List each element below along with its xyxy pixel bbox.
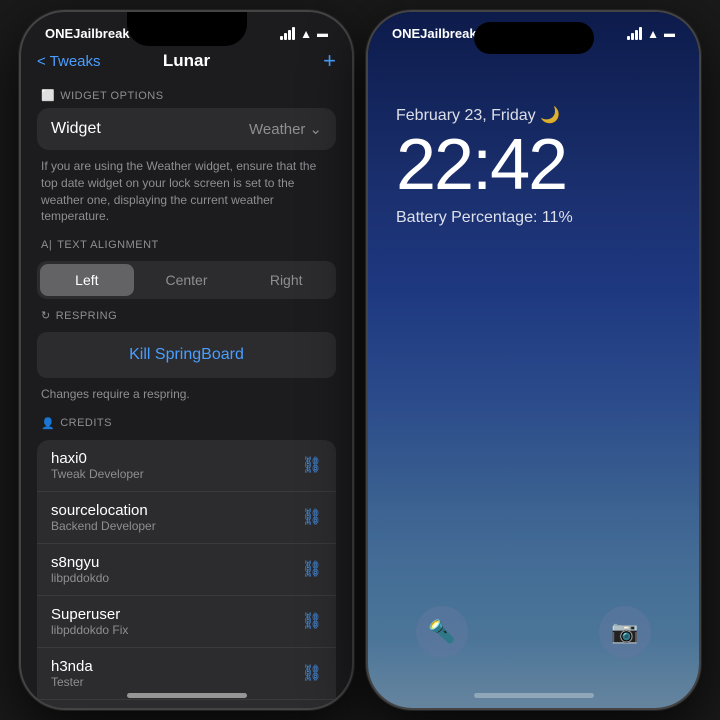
left-phone: ONEJailbreak ▲ ▬ < Tweaks Lunar + ⬜ bbox=[19, 10, 354, 710]
chevron-icon: ⌄ bbox=[309, 120, 322, 138]
credit-name-2: s8ngyu bbox=[51, 554, 109, 571]
carrier-left: ONEJailbreak bbox=[45, 26, 130, 41]
right-screen: ONEJailbreak ▲ ▬ February 23, Friday 🌙 2… bbox=[368, 12, 699, 708]
credit-row-sourcelocation[interactable]: sourcelocation Backend Developer ⛓ bbox=[37, 492, 336, 544]
credit-role-1: Backend Developer bbox=[51, 519, 156, 533]
text-alignment-header: A| TEXT ALIGNMENT bbox=[37, 229, 336, 257]
carrier-right: ONEJailbreak bbox=[392, 26, 477, 41]
align-left-button[interactable]: Left bbox=[40, 264, 134, 296]
widget-section-header: ⬜ WIDGET OPTIONS bbox=[37, 79, 336, 108]
lock-date: February 23, Friday 🌙 bbox=[396, 105, 671, 125]
credit-row-haxi0[interactable]: haxi0 Tweak Developer ⛓ bbox=[37, 440, 336, 492]
text-icon: A| bbox=[41, 239, 52, 251]
right-phone: ONEJailbreak ▲ ▬ February 23, Friday 🌙 2… bbox=[366, 10, 701, 710]
credit-name-0: haxi0 bbox=[51, 450, 144, 467]
camera-button[interactable]: 📷 bbox=[599, 606, 651, 658]
credit-row-superuser[interactable]: Superuser libpddokdo Fix ⛓ bbox=[37, 596, 336, 648]
status-icons-right: ▲ ▬ bbox=[627, 27, 675, 41]
link-icon-1[interactable]: ⛓ bbox=[302, 507, 322, 527]
credit-row-aws[interactable]: aws bbox=[37, 700, 336, 708]
home-indicator-left bbox=[127, 693, 247, 698]
credit-name-1: sourcelocation bbox=[51, 502, 156, 519]
credit-role-0: Tweak Developer bbox=[51, 467, 144, 481]
widget-description: If you are using the Weather widget, ens… bbox=[37, 150, 336, 229]
credit-role-2: libpddokdo bbox=[51, 571, 109, 585]
credit-role-4: Tester bbox=[51, 675, 93, 689]
respring-header: ↻ RESPRING bbox=[37, 299, 336, 328]
alignment-control: Left Center Right bbox=[37, 261, 336, 299]
status-icons-left: ▲ ▬ bbox=[280, 27, 328, 41]
wifi-icon-right: ▲ bbox=[647, 27, 659, 41]
flashlight-button[interactable]: 🔦 bbox=[416, 606, 468, 658]
lock-content: February 23, Friday 🌙 22:42 Battery Perc… bbox=[368, 45, 699, 227]
align-center-button[interactable]: Center bbox=[140, 264, 234, 296]
widget-value: Weather ⌄ bbox=[249, 120, 322, 138]
respring-icon: ↻ bbox=[41, 309, 51, 322]
lock-time: 22:42 bbox=[396, 129, 671, 201]
back-button[interactable]: < Tweaks bbox=[37, 53, 101, 70]
signal-icon bbox=[280, 27, 295, 40]
credit-row-s8ngyu[interactable]: s8ngyu libpddokdo ⛓ bbox=[37, 544, 336, 596]
dynamic-island bbox=[474, 22, 594, 54]
credits-card: haxi0 Tweak Developer ⛓ sourcelocation B… bbox=[37, 440, 336, 708]
credit-name-4: h3nda bbox=[51, 658, 93, 675]
person-icon: 👤 bbox=[41, 417, 55, 430]
notch bbox=[127, 12, 247, 46]
battery-icon: ▬ bbox=[317, 28, 328, 40]
credit-role-3: libpddokdo Fix bbox=[51, 623, 128, 637]
align-right-button[interactable]: Right bbox=[239, 264, 333, 296]
widget-row[interactable]: Widget Weather ⌄ bbox=[37, 108, 336, 150]
credits-header: 👤 CREDITS bbox=[37, 407, 336, 436]
flashlight-icon: 🔦 bbox=[428, 619, 455, 645]
lock-bottom-controls: 🔦 📷 bbox=[368, 606, 699, 658]
content-area: ⬜ WIDGET OPTIONS Widget Weather ⌄ If you… bbox=[21, 79, 352, 708]
widget-card: Widget Weather ⌄ bbox=[37, 108, 336, 150]
credit-name-3: Superuser bbox=[51, 606, 128, 623]
camera-icon: 📷 bbox=[611, 619, 638, 645]
home-indicator-right bbox=[474, 693, 594, 698]
widget-label: Widget bbox=[51, 120, 101, 138]
link-icon-2[interactable]: ⛓ bbox=[302, 559, 322, 579]
lock-battery: Battery Percentage: 11% bbox=[396, 209, 671, 227]
add-button[interactable]: + bbox=[323, 48, 336, 74]
kill-springboard-button[interactable]: Kill SpringBoard bbox=[37, 332, 336, 378]
battery-icon-right: ▬ bbox=[664, 28, 675, 40]
link-icon-3[interactable]: ⛓ bbox=[302, 611, 322, 631]
left-screen: ONEJailbreak ▲ ▬ < Tweaks Lunar + ⬜ bbox=[21, 12, 352, 708]
widget-icon: ⬜ bbox=[41, 89, 55, 102]
link-icon-0[interactable]: ⛓ bbox=[302, 455, 322, 475]
nav-title: Lunar bbox=[163, 51, 210, 71]
wifi-icon: ▲ bbox=[300, 27, 312, 41]
signal-right bbox=[627, 27, 642, 40]
link-icon-4[interactable]: ⛓ bbox=[302, 663, 322, 683]
nav-bar-left: < Tweaks Lunar + bbox=[21, 47, 352, 79]
respring-note: Changes require a respring. bbox=[37, 378, 336, 407]
